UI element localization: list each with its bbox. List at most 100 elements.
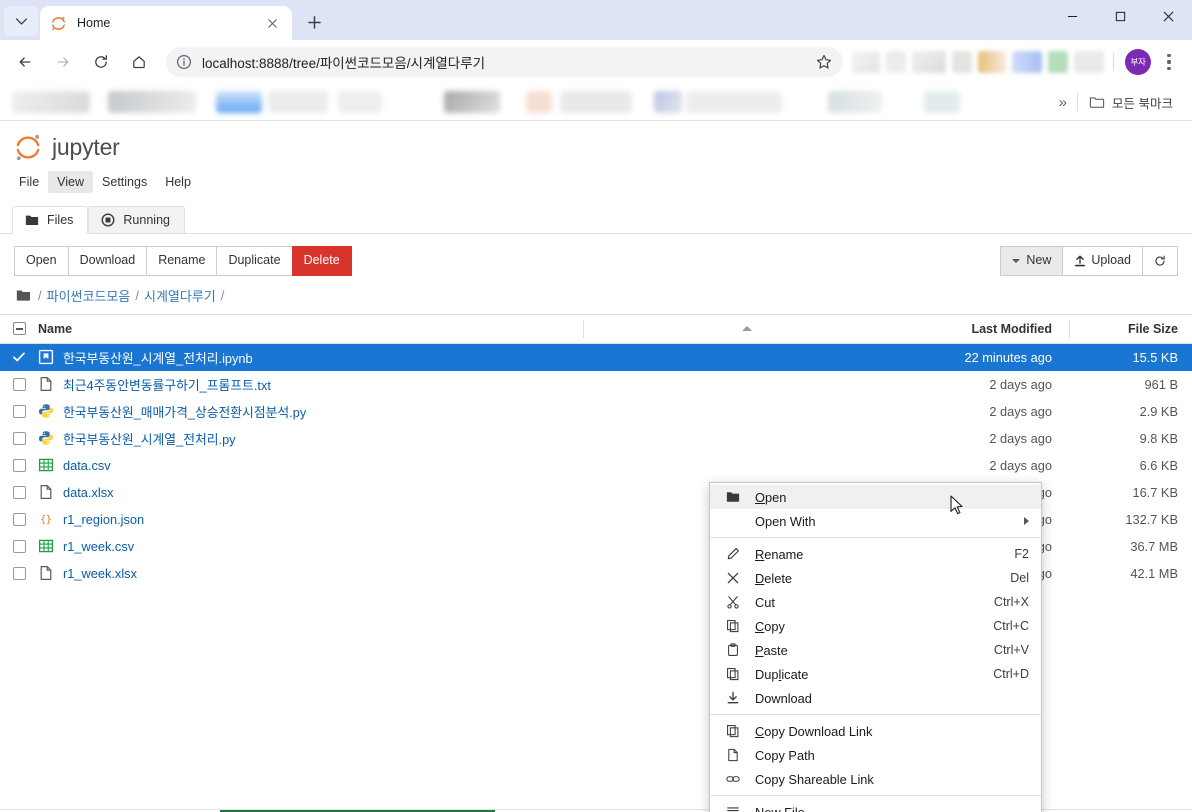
row-checkbox[interactable] — [0, 431, 38, 445]
window-controls — [1048, 0, 1192, 40]
file-name-link[interactable]: data.xlsx — [63, 485, 114, 500]
column-header-name[interactable]: Name — [38, 322, 774, 336]
new-tab-button[interactable] — [300, 8, 328, 36]
row-checkbox[interactable] — [0, 404, 38, 418]
back-button[interactable] — [9, 46, 41, 78]
bookmark-item[interactable] — [108, 91, 196, 113]
context-menu-item-copy-path[interactable]: Copy Path — [710, 743, 1041, 767]
context-menu-item-delete[interactable]: Delete Del — [710, 566, 1041, 590]
bookmark-item[interactable] — [526, 91, 552, 113]
menu-help[interactable]: Help — [156, 171, 200, 193]
bookmark-item[interactable] — [268, 91, 328, 113]
tab-files[interactable]: Files — [12, 206, 89, 234]
bookmark-item[interactable] — [216, 91, 262, 113]
table-row[interactable]: 한국부동산원_시계열_전처리.py 2 days ago 9.8 KB — [0, 425, 1192, 452]
file-name-link[interactable]: r1_week.csv — [63, 539, 134, 554]
bookmark-item[interactable] — [338, 91, 382, 113]
context-menu-item-cut[interactable]: Cut Ctrl+X — [710, 590, 1041, 614]
site-info-icon[interactable] — [176, 54, 192, 70]
row-modified-cell: 2 days ago — [989, 430, 1052, 446]
context-menu-item-rename[interactable]: Rename F2 — [710, 542, 1041, 566]
bookmark-item[interactable] — [654, 91, 682, 113]
window-close-button[interactable] — [1144, 0, 1192, 32]
row-checkbox[interactable] — [0, 458, 38, 472]
duplicate-button[interactable]: Duplicate — [216, 246, 293, 276]
breadcrumb-item-1[interactable]: 파이썬코드모음 — [47, 286, 131, 305]
menu-settings[interactable]: Settings — [93, 171, 156, 193]
context-menu-item-duplicate[interactable]: Duplicate Ctrl+D — [710, 662, 1041, 686]
jupyter-header: jupyter — [0, 121, 1192, 165]
context-menu-item-open[interactable]: Open — [710, 485, 1041, 509]
bookmark-star-icon[interactable] — [815, 53, 833, 71]
menu-view[interactable]: View — [48, 171, 94, 193]
upload-button[interactable]: Upload — [1062, 246, 1143, 276]
table-row[interactable]: data.csv 2 days ago 6.6 KB — [0, 452, 1192, 479]
extension-icon[interactable] — [1048, 51, 1068, 73]
row-checkbox[interactable] — [0, 350, 38, 364]
extension-icon[interactable] — [852, 51, 880, 73]
browser-tab[interactable]: Home — [40, 6, 292, 40]
home-button[interactable] — [123, 46, 155, 78]
context-menu-item-copy-download-link[interactable]: Copy Download Link — [710, 719, 1041, 743]
row-checkbox[interactable] — [0, 512, 38, 526]
delete-button[interactable]: Delete — [291, 246, 352, 276]
reload-button[interactable] — [85, 46, 117, 78]
file-name-link[interactable]: 한국부동산원_매매가격_상승전환시점분석.py — [63, 402, 306, 421]
extension-icon[interactable] — [1012, 51, 1042, 73]
tab-close-icon[interactable] — [262, 13, 282, 33]
bookmarks-overflow-button[interactable]: » — [1055, 94, 1071, 111]
file-name-link[interactable]: data.csv — [63, 458, 111, 473]
row-checkbox[interactable] — [0, 485, 38, 499]
extension-icon[interactable] — [1074, 51, 1104, 73]
extension-icon[interactable] — [952, 51, 972, 73]
bookmark-item[interactable] — [560, 91, 632, 113]
context-menu-item-open-with[interactable]: Open With — [710, 509, 1041, 533]
window-maximize-button[interactable] — [1096, 0, 1144, 32]
profile-avatar[interactable]: 부자 — [1125, 49, 1151, 75]
context-menu-item-new-file[interactable]: New File — [710, 800, 1041, 812]
file-name-link[interactable]: 최근4주동안변동률구하기_프롬프트.txt — [63, 375, 271, 394]
column-header-file-size[interactable]: File Size — [1074, 322, 1192, 336]
refresh-button[interactable] — [1142, 246, 1178, 276]
table-row[interactable]: 최근4주동안변동률구하기_프롬프트.txt 2 days ago 961 B — [0, 371, 1192, 398]
extension-icon[interactable] — [886, 51, 906, 73]
new-button[interactable]: New — [1000, 246, 1064, 276]
address-bar[interactable]: localhost:8888/tree/파이썬코드모음/시계열다루기 — [166, 47, 843, 77]
file-name-link[interactable]: r1_region.json — [63, 512, 144, 527]
file-name-link[interactable]: 한국부동산원_시계열_전처리.ipynb — [63, 348, 253, 367]
breadcrumb-item-2[interactable]: 시계열다루기 — [144, 286, 216, 305]
row-modified-cell: 2 days ago — [989, 376, 1052, 392]
row-checkbox[interactable] — [0, 566, 38, 580]
context-menu-item-download[interactable]: Download — [710, 686, 1041, 710]
context-menu-item-copy-shareable-link[interactable]: Copy Shareable Link — [710, 767, 1041, 791]
open-button[interactable]: Open — [14, 246, 69, 276]
extension-icon[interactable] — [912, 51, 946, 73]
rename-button[interactable]: Rename — [146, 246, 218, 276]
bookmark-item[interactable] — [686, 91, 782, 113]
column-header-last-modified[interactable]: Last Modified — [774, 322, 1074, 336]
context-menu-item-copy[interactable]: Copy Ctrl+C — [710, 614, 1041, 638]
download-button[interactable]: Download — [67, 246, 148, 276]
table-row[interactable]: 한국부동산원_매매가격_상승전환시점분석.py 2 days ago 2.9 K… — [0, 398, 1192, 425]
row-checkbox[interactable] — [0, 377, 38, 391]
select-all-checkbox[interactable] — [0, 322, 38, 336]
file-name-link[interactable]: 한국부동산원_시계열_전처리.py — [63, 429, 236, 448]
table-row[interactable]: 한국부동산원_시계열_전처리.ipynb 22 minutes ago 15.5… — [0, 343, 1192, 371]
folder-icon[interactable] — [16, 289, 31, 302]
forward-button[interactable] — [47, 46, 79, 78]
bookmark-item[interactable] — [12, 91, 90, 113]
tab-running[interactable]: Running — [88, 206, 185, 234]
menu-file[interactable]: File — [10, 171, 48, 193]
tab-search-button[interactable] — [4, 6, 38, 36]
file-name-link[interactable]: r1_week.xlsx — [63, 566, 137, 581]
browser-menu-button[interactable] — [1156, 47, 1182, 77]
bookmark-item[interactable] — [444, 91, 500, 113]
context-menu-item-paste[interactable]: Paste Ctrl+V — [710, 638, 1041, 662]
bookmark-item[interactable] — [924, 91, 960, 113]
extension-icon[interactable] — [978, 51, 1006, 73]
row-checkbox[interactable] — [0, 539, 38, 553]
jupyter-logo[interactable]: jupyter — [14, 133, 120, 162]
bookmark-item[interactable] — [828, 91, 882, 113]
window-minimize-button[interactable] — [1048, 0, 1096, 32]
all-bookmarks-button[interactable]: 모든 북마크 — [1084, 90, 1178, 115]
